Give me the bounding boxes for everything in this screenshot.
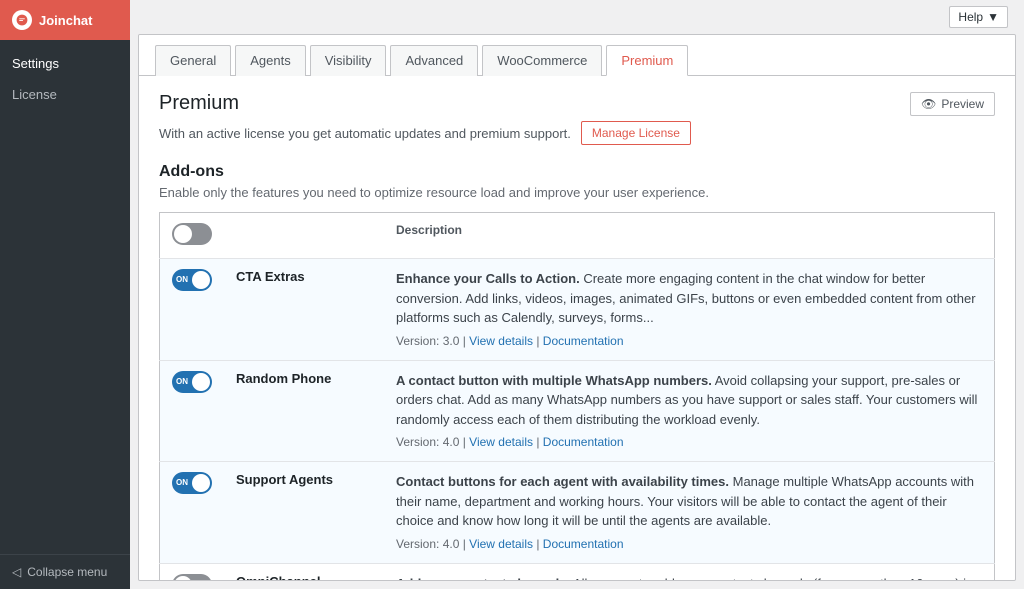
addon-description: Enhance your Calls to Action. Create mor… (384, 259, 995, 361)
sidebar-item-settings[interactable]: Settings (0, 48, 130, 79)
sidebar-brand[interactable]: Joinchat (0, 0, 130, 40)
table-row: Support AgentsContact buttons for each a… (160, 462, 995, 564)
addon-toggle-cell[interactable] (160, 259, 225, 361)
addon-name: Random Phone (224, 360, 384, 462)
addon-toggle[interactable] (172, 371, 212, 393)
tab-advanced[interactable]: Advanced (390, 45, 478, 76)
table-row: OmniChannelAdd more contact channels. Al… (160, 563, 995, 581)
main-content: Help ▼ General Agents Visibility Advance… (130, 0, 1024, 589)
addons-table: DescriptionCTA ExtrasEnhance your Calls … (159, 212, 995, 581)
table-row: Description (160, 213, 995, 259)
addon-toggle[interactable] (172, 574, 212, 582)
tab-general[interactable]: General (155, 45, 231, 76)
addon-documentation[interactable]: Documentation (543, 537, 624, 551)
help-chevron-icon: ▼ (987, 10, 999, 24)
addon-description: Contact buttons for each agent with avai… (384, 462, 995, 564)
license-row: With an active license you get automatic… (159, 121, 995, 145)
sidebar: Joinchat Settings License ◁ Collapse men… (0, 0, 130, 589)
addon-toggle-cell[interactable] (160, 563, 225, 581)
collapse-label: Collapse menu (27, 565, 107, 579)
page-body: Premium 👁 Preview With an active license… (139, 76, 1015, 581)
sidebar-bottom: ◁ Collapse menu (0, 554, 130, 589)
addon-toggle-cell[interactable] (160, 462, 225, 564)
sidebar-item-license[interactable]: License (0, 79, 130, 110)
addon-documentation[interactable]: Documentation (543, 334, 624, 348)
addon-view-details[interactable]: View details (469, 435, 533, 449)
addon-toggle[interactable] (172, 223, 212, 245)
addon-name: OmniChannel (224, 563, 384, 581)
addon-version: Version: 4.0 | View details | Documentat… (396, 433, 982, 451)
preview-icon: 👁 (921, 97, 936, 111)
addons-section-title: Add-ons (159, 163, 995, 181)
addon-name: CTA Extras (224, 259, 384, 361)
manage-license-button[interactable]: Manage License (581, 121, 691, 145)
top-bar: Help ▼ (130, 0, 1024, 34)
addon-description: Add more contact channels. Allows you to… (384, 563, 995, 581)
addons-section-desc: Enable only the features you need to opt… (159, 185, 995, 200)
addon-view-details[interactable]: View details (469, 334, 533, 348)
collapse-menu-button[interactable]: ◁ Collapse menu (12, 565, 118, 579)
addon-name: Support Agents (224, 462, 384, 564)
addon-version: Version: 4.0 | View details | Documentat… (396, 535, 982, 553)
brand-label: Joinchat (39, 13, 92, 28)
addon-documentation[interactable]: Documentation (543, 435, 624, 449)
addon-header-toggle-label (224, 213, 384, 259)
tab-woocommerce[interactable]: WooCommerce (482, 45, 602, 76)
addon-view-details[interactable]: View details (469, 537, 533, 551)
page-title: Premium (159, 92, 239, 115)
tab-premium[interactable]: Premium (606, 45, 688, 76)
tab-agents[interactable]: Agents (235, 45, 305, 76)
collapse-icon: ◁ (12, 565, 21, 579)
tabs-bar: General Agents Visibility Advanced WooCo… (139, 35, 1015, 76)
content-area: General Agents Visibility Advanced WooCo… (138, 34, 1016, 581)
license-text: With an active license you get automatic… (159, 126, 571, 141)
tab-visibility[interactable]: Visibility (310, 45, 387, 76)
help-button[interactable]: Help ▼ (949, 6, 1008, 28)
sidebar-nav: Settings License (0, 40, 130, 554)
addon-toggle[interactable] (172, 269, 212, 291)
table-row: Random PhoneA contact button with multip… (160, 360, 995, 462)
addon-header-desc-label: Description (384, 213, 995, 259)
addon-version: Version: 3.0 | View details | Documentat… (396, 332, 982, 350)
joinchat-icon (12, 10, 32, 30)
table-row: CTA ExtrasEnhance your Calls to Action. … (160, 259, 995, 361)
addon-description: A contact button with multiple WhatsApp … (384, 360, 995, 462)
addon-toggle[interactable] (172, 472, 212, 494)
addon-toggle-cell[interactable] (160, 360, 225, 462)
preview-button[interactable]: 👁 Preview (910, 92, 995, 116)
addon-toggle-cell[interactable] (160, 213, 225, 259)
